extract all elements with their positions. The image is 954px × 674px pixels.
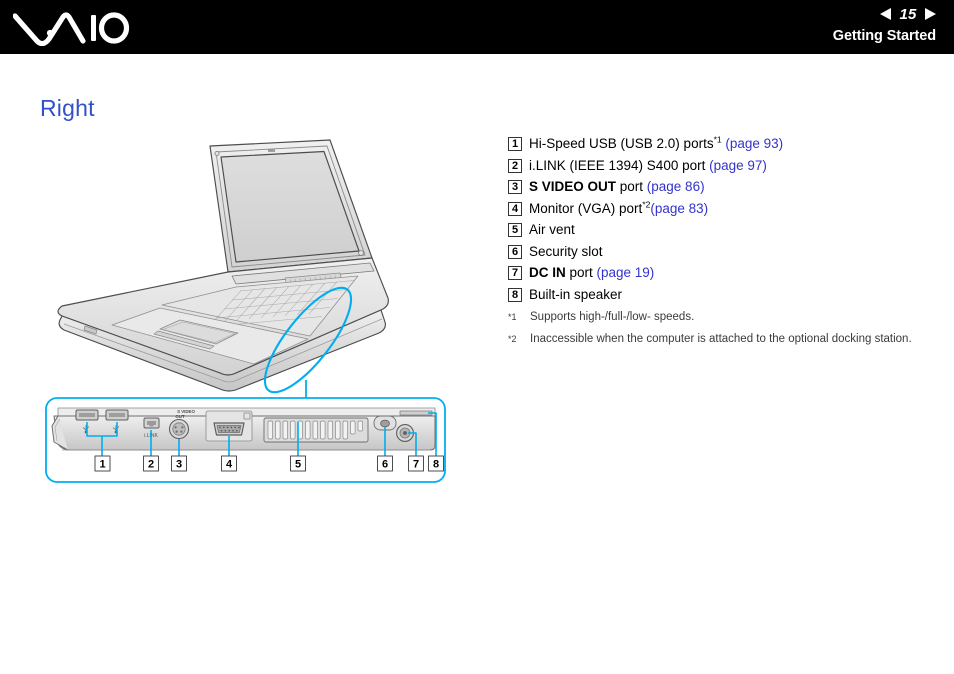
detail-callout-4: 4 <box>221 455 237 472</box>
svg-text:6: 6 <box>382 459 388 471</box>
svg-text:OUT: OUT <box>175 414 185 419</box>
air-vent <box>263 417 369 443</box>
svg-text:7: 7 <box>413 459 419 471</box>
footnote-marker-2: *2 <box>508 334 517 344</box>
callout-number-1: 1 <box>508 137 522 151</box>
detail-callout-5: 5 <box>290 455 306 472</box>
detail-callout-3: 3 <box>171 455 187 472</box>
page-number: 15 <box>899 5 917 23</box>
callout-text-3: S VIDEO OUT port (page 86) <box>529 179 705 194</box>
port-detail-panel: i.LINK S VIDEO OUT 1 2 3 4 5 6 7 8 <box>45 397 446 483</box>
list-item: 8 Built-in speaker <box>508 287 938 303</box>
footnote-text-2: Inaccessible when the computer is attach… <box>530 333 912 345</box>
callout-text-7: DC IN port (page 19) <box>529 265 655 280</box>
header-navigation: 15 Getting Started <box>832 4 936 45</box>
callout-text-5: Air vent <box>529 222 575 237</box>
svg-text:2: 2 <box>148 459 154 471</box>
list-item: 3 S VIDEO OUT port (page 86) <box>508 179 938 195</box>
callout-text-6: Security slot <box>529 243 603 259</box>
list-item: 1 Hi-Speed USB (USB 2.0) ports*1 (page 9… <box>508 134 938 152</box>
svg-text:3: 3 <box>176 459 182 471</box>
footnotes: *1 Supports high-/full-/low- speeds. *2 … <box>508 310 938 354</box>
list-item: 4 Monitor (VGA) port*2(page 83) <box>508 199 938 217</box>
callout-text-8: Built-in speaker <box>529 286 623 302</box>
callout-number-5: 5 <box>508 223 522 237</box>
laptop-and-port-diagram: i.LINK S VIDEO OUT 1 2 3 4 5 6 7 8 <box>45 139 446 483</box>
footnote-text-1: Supports high-/full-/low- speeds. <box>530 311 695 323</box>
detail-callout-7: 7 <box>408 455 424 472</box>
detail-callout-1: 1 <box>94 455 111 472</box>
section-title: Getting Started <box>832 28 936 44</box>
list-item: 7 DC IN port (page 19) <box>508 265 938 281</box>
callout-text-4: Monitor (VGA) port*2(page 83) <box>529 199 709 216</box>
list-item: 2 i.LINK (IEEE 1394) S400 port (page 97) <box>508 158 938 174</box>
page-title: Right <box>40 95 95 121</box>
right-side-illustration: i.LINK S VIDEO OUT 1 2 3 4 5 6 7 8 <box>40 130 470 490</box>
callout-number-2: 2 <box>508 158 522 173</box>
detail-callout-2: 2 <box>143 455 159 472</box>
prev-page-arrow-icon[interactable] <box>880 8 891 20</box>
laptop-lid <box>209 139 373 273</box>
next-page-arrow-icon[interactable] <box>925 8 936 20</box>
callout-list: 1 Hi-Speed USB (USB 2.0) ports*1 (page 9… <box>508 134 938 308</box>
svg-text:8: 8 <box>433 459 439 471</box>
callout-text-2: i.LINK (IEEE 1394) S400 port (page 97) <box>529 157 767 173</box>
list-item: 5 Air vent <box>508 222 938 238</box>
footnote-2: *2 Inaccessible when the computer is att… <box>508 332 938 346</box>
callout-number-8: 8 <box>508 287 522 302</box>
callout-number-6: 6 <box>508 244 522 259</box>
callout-number-4: 4 <box>508 201 522 216</box>
callout-text-1: Hi-Speed USB (USB 2.0) ports*1 (page 93) <box>529 134 784 151</box>
page-header: 15 Getting Started <box>0 0 954 54</box>
detail-callout-8: 8 <box>428 455 444 472</box>
svg-text:4: 4 <box>226 459 233 471</box>
vaio-logo <box>12 8 131 47</box>
svg-text:1: 1 <box>99 459 105 471</box>
callout-number-7: 7 <box>508 266 522 280</box>
footnote-1: *1 Supports high-/full-/low- speeds. <box>508 310 938 324</box>
svg-text:5: 5 <box>295 459 301 471</box>
list-item: 6 Security slot <box>508 244 938 260</box>
built-in-speaker <box>399 410 433 416</box>
callout-number-3: 3 <box>508 180 522 194</box>
footnote-marker-1: *1 <box>508 312 517 322</box>
detail-callout-6: 6 <box>377 455 393 472</box>
laptop-base <box>57 257 389 392</box>
